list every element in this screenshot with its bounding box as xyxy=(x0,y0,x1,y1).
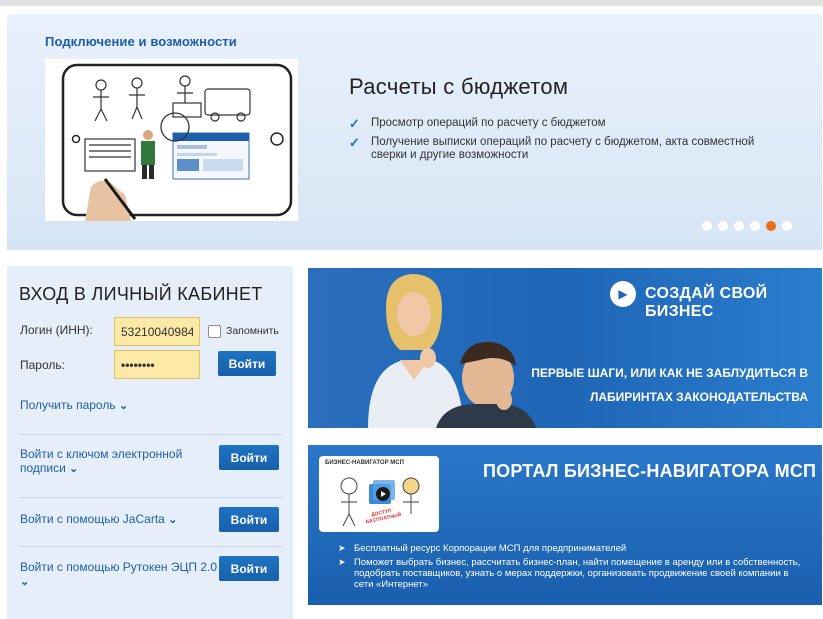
banner1-subtitle-line1: ПЕРВЫЕ ШАГИ, ИЛИ КАК НЕ ЗАБЛУДИТЬСЯ В xyxy=(531,366,808,380)
slide-title: Расчеты с бюджетом xyxy=(349,74,569,99)
ep-login-link[interactable]: Войти с ключом электронной подписи ⌄ xyxy=(20,447,200,476)
list-item: ✓ Просмотр операций по расчету с бюджетом xyxy=(349,117,789,130)
rutoken-login-button[interactable]: Войти xyxy=(219,556,279,581)
list-item-text: Получение выписки операций по расчету с … xyxy=(371,136,755,161)
arrow-right-icon: ➤ xyxy=(338,543,346,553)
jacarta-login-label: Войти с помощью JaCarta xyxy=(20,512,165,526)
slider-dot-5[interactable] xyxy=(766,221,776,231)
divider xyxy=(19,434,283,435)
business-navigator-banner[interactable]: БИЗНЕС-НАВИГАТОР МСП ДОСТУП БЕСПЛАТНЫЙ П… xyxy=(308,445,822,605)
list-item-text: Просмотр операций по расчету с бюджетом xyxy=(371,117,606,129)
login-submit-button[interactable]: Войти xyxy=(218,351,276,376)
slide-illustration[interactable] xyxy=(45,59,298,221)
jacarta-login-button[interactable]: Войти xyxy=(219,507,279,532)
chevron-down-icon: ⌄ xyxy=(118,400,129,412)
top-bar xyxy=(0,0,823,6)
navigator-card: БИЗНЕС-НАВИГАТОР МСП ДОСТУП БЕСПЛАТНЫЙ xyxy=(319,456,439,532)
login-label: Логин (ИНН): xyxy=(20,323,93,337)
login-panel: ВХОД В ЛИЧНЫЙ КАБИНЕТ Логин (ИНН): Запом… xyxy=(7,266,293,619)
banner1-title: СОЗДАЙ СВОЙ БИЗНЕС xyxy=(645,285,768,320)
slider-dot-6[interactable] xyxy=(782,221,792,231)
banner2-feature-list: ➤ Бесплатный ресурс Корпорации МСП для пр… xyxy=(338,543,808,593)
slider-dot-3[interactable] xyxy=(734,221,744,231)
get-password-link[interactable]: Получить пароль ⌄ xyxy=(20,398,128,413)
chevron-down-icon: ⌄ xyxy=(20,576,30,588)
checkmark-icon: ✓ xyxy=(349,135,360,150)
checkmark-icon: ✓ xyxy=(349,116,360,131)
rutoken-login-label: Войти с помощью Рутокен ЭЦП 2.0 xyxy=(20,560,218,574)
jacarta-login-link[interactable]: Войти с помощью JaCarta ⌄ xyxy=(20,512,177,527)
remember-checkbox[interactable] xyxy=(208,325,221,338)
hero-slider: Подключение и возможности Расчеты с бюдж… xyxy=(7,14,822,250)
chevron-down-icon: ⌄ xyxy=(168,514,178,526)
remember-label[interactable]: Запомнить xyxy=(226,325,279,337)
list-item: ✓ Получение выписки операций по расчету с… xyxy=(349,136,789,162)
chevron-down-icon: ⌄ xyxy=(69,463,79,475)
divider xyxy=(19,546,283,547)
list-item-text: Поможет выбрать бизнес, рассчитать бизне… xyxy=(354,557,801,590)
banner1-subtitle: ПЕРВЫЕ ШАГИ, ИЛИ КАК НЕ ЗАБЛУДИТЬСЯ В ЛА… xyxy=(528,361,808,409)
list-item-text: Бесплатный ресурс Корпорации МСП для пре… xyxy=(354,543,627,554)
ep-login-label: Войти с ключом электронной подписи xyxy=(20,447,183,475)
rutoken-login-link[interactable]: Войти с помощью Рутокен ЭЦП 2.0 ⌄ xyxy=(20,560,220,589)
password-input[interactable] xyxy=(114,350,200,379)
slider-pagination xyxy=(702,221,792,231)
banner2-title: ПОРТАЛ БИЗНЕС-НАВИГАТОРА МСП xyxy=(483,461,817,481)
banner1-subtitle-line2: ЛАБИРИНТАХ ЗАКОНОДАТЕЛЬСТВА xyxy=(589,390,808,404)
list-item: ➤ Поможет выбрать бизнес, рассчитать бизн… xyxy=(338,557,808,590)
play-icon[interactable]: ▶ xyxy=(610,281,636,307)
get-password-label: Получить пароль xyxy=(20,398,116,412)
slider-dot-2[interactable] xyxy=(718,221,728,231)
slider-dot-1[interactable] xyxy=(702,221,712,231)
ep-login-button[interactable]: Войти xyxy=(219,445,279,470)
create-business-banner[interactable]: ▶ СОЗДАЙ СВОЙ БИЗНЕС ПЕРВЫЕ ШАГИ, ИЛИ КА… xyxy=(308,268,822,428)
password-label: Пароль: xyxy=(20,358,65,372)
divider xyxy=(19,497,283,498)
arrow-right-icon: ➤ xyxy=(338,557,346,567)
slide-caption[interactable]: Подключение и возможности xyxy=(45,34,237,49)
login-title: ВХОД В ЛИЧНЫЙ КАБИНЕТ xyxy=(19,284,263,304)
slide-feature-list: ✓ Просмотр операций по расчету с бюджетом… xyxy=(349,117,789,168)
login-input[interactable] xyxy=(114,317,200,346)
slider-dot-4[interactable] xyxy=(750,221,760,231)
list-item: ➤ Бесплатный ресурс Корпорации МСП для пр… xyxy=(338,543,808,554)
